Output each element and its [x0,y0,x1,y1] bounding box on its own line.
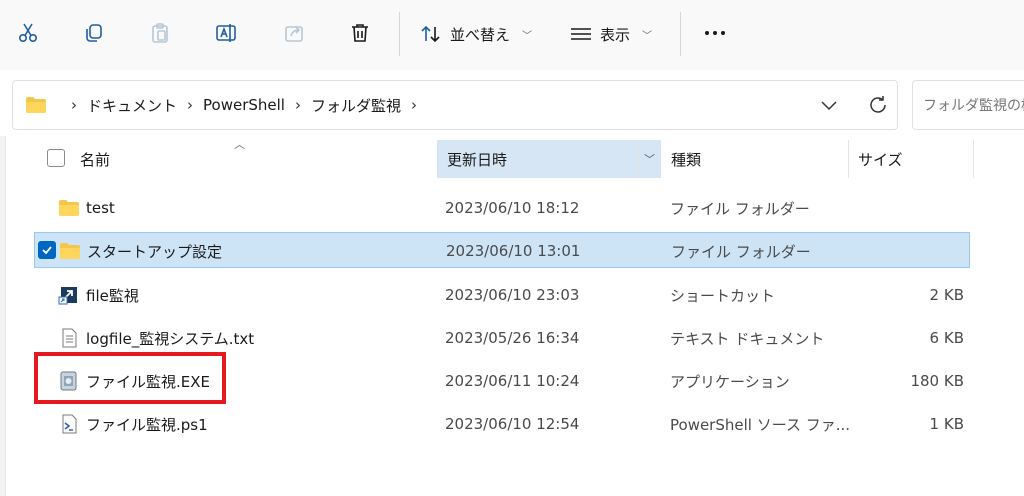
column-divider[interactable] [973,140,974,178]
share-icon [285,26,303,42]
powershell-script-icon [62,414,77,434]
file-date: 2023/05/26 16:34 [445,329,580,347]
column-header-type[interactable]: 種類 [671,140,701,178]
sort-icon [421,25,440,43]
history-dropdown-icon[interactable] [819,95,839,115]
copy-button[interactable] [74,13,114,53]
breadcrumb: › ドキュメント › PowerShell › フォルダ監視 › [25,81,427,129]
column-divider[interactable] [848,140,849,178]
file-type: ファイル フォルダー [671,242,811,261]
search-placeholder: フォルダ監視の検 [923,98,1024,114]
more-options-button[interactable] [700,13,730,53]
file-date: 2023/06/10 13:01 [446,242,581,260]
file-date: 2023/06/10 23:03 [445,286,580,304]
file-type: ファイル フォルダー [670,199,810,218]
sort-label: 並べ替え [450,25,511,44]
file-date: 2023/06/11 10:24 [445,372,580,390]
clipboard-icon [152,23,168,43]
paste-button[interactable] [140,13,180,53]
checkmark-icon [42,246,52,255]
rename-button[interactable] [207,13,247,53]
refresh-icon[interactable] [867,94,889,116]
column-divider[interactable] [638,140,639,178]
text-file-icon [62,328,77,348]
file-name: logfile_監視システム.txt [86,329,255,348]
sort-button[interactable]: 並べ替え ﹀ [420,14,532,54]
rename-icon [216,24,236,42]
chevron-right-icon: › [294,96,301,114]
share-button[interactable] [274,13,314,53]
file-size: 1 KB [929,415,964,433]
breadcrumb-item[interactable]: PowerShell [203,96,285,114]
chevron-right-icon: › [71,96,77,114]
breadcrumb-item[interactable]: ドキュメント [87,95,177,116]
view-label: 表示 [600,25,631,44]
delete-button[interactable] [340,13,380,53]
file-row[interactable]: logfile_監視システム.txt 2023/05/26 16:34 テキスト… [34,320,970,356]
file-name: ファイル監視.ps1 [86,415,208,434]
red-highlight-box [34,352,226,404]
toolbar-divider [399,12,400,56]
column-header-date[interactable]: 更新日時 [447,140,507,178]
file-type: テキスト ドキュメント [670,329,825,348]
column-filter-chevron-icon[interactable]: ﹀ [644,140,655,178]
file-size: 6 KB [929,329,964,347]
folder-icon [60,243,80,259]
chevron-down-icon: ﹀ [642,30,653,42]
folder-icon [59,200,79,216]
column-header-size[interactable]: サイズ [858,140,903,178]
file-row-selected[interactable]: スタートアップ設定 2023/06/10 13:01 ファイル フォルダー [34,232,970,268]
navigation-pane-edge [0,136,6,496]
file-date: 2023/06/10 12:54 [445,415,580,433]
view-button[interactable]: 表示 ﹀ [570,14,652,54]
sort-ascending-icon: ︿ [234,138,245,151]
column-header-date-label: 更新日時 [447,150,508,169]
file-type: PowerShell ソース ファ... [670,415,851,434]
list-view-icon [571,28,591,40]
trash-icon [352,24,368,42]
ellipsis-icon [705,31,709,35]
file-size: 180 KB [910,372,964,390]
file-type: アプリケーション [670,372,790,391]
cut-button[interactable] [8,13,48,53]
column-header-name[interactable]: 名前 [80,140,110,178]
column-header-name-label: 名前 [80,150,111,169]
file-type: ショートカット [670,286,776,305]
copy-icon [86,24,102,42]
chevron-right-icon: › [187,96,194,114]
file-row[interactable]: test 2023/06/10 18:12 ファイル フォルダー [34,190,970,226]
file-date: 2023/06/10 18:12 [445,199,580,217]
column-header-type-label: 種類 [671,150,702,169]
file-row[interactable]: ファイル監視.ps1 2023/06/10 12:54 PowerShell ソ… [34,406,970,442]
breadcrumb-item[interactable]: フォルダ監視 [311,95,401,116]
chevron-right-icon[interactable]: › [411,96,417,114]
address-bar[interactable]: › ドキュメント › PowerShell › フォルダ監視 › [12,80,898,130]
file-size: 2 KB [929,286,964,304]
row-checkbox-checked[interactable] [38,241,56,259]
file-name: スタートアップ設定 [87,242,223,261]
column-header-size-label: サイズ [858,150,903,169]
chevron-down-icon: ﹀ [522,30,533,42]
file-row[interactable]: file監視 2023/06/10 23:03 ショートカット 2 KB [34,277,970,313]
select-all-checkbox[interactable] [47,149,65,167]
file-name: file監視 [86,286,139,305]
command-bar: 並べ替え ﹀ 表示 ﹀ [0,0,1024,70]
toolbar-divider [680,12,681,56]
scissors-icon [18,23,38,43]
search-input[interactable]: フォルダ監視の検 [912,80,1024,130]
folder-icon [26,97,46,113]
file-name: test [86,199,115,217]
shortcut-icon [58,287,77,305]
